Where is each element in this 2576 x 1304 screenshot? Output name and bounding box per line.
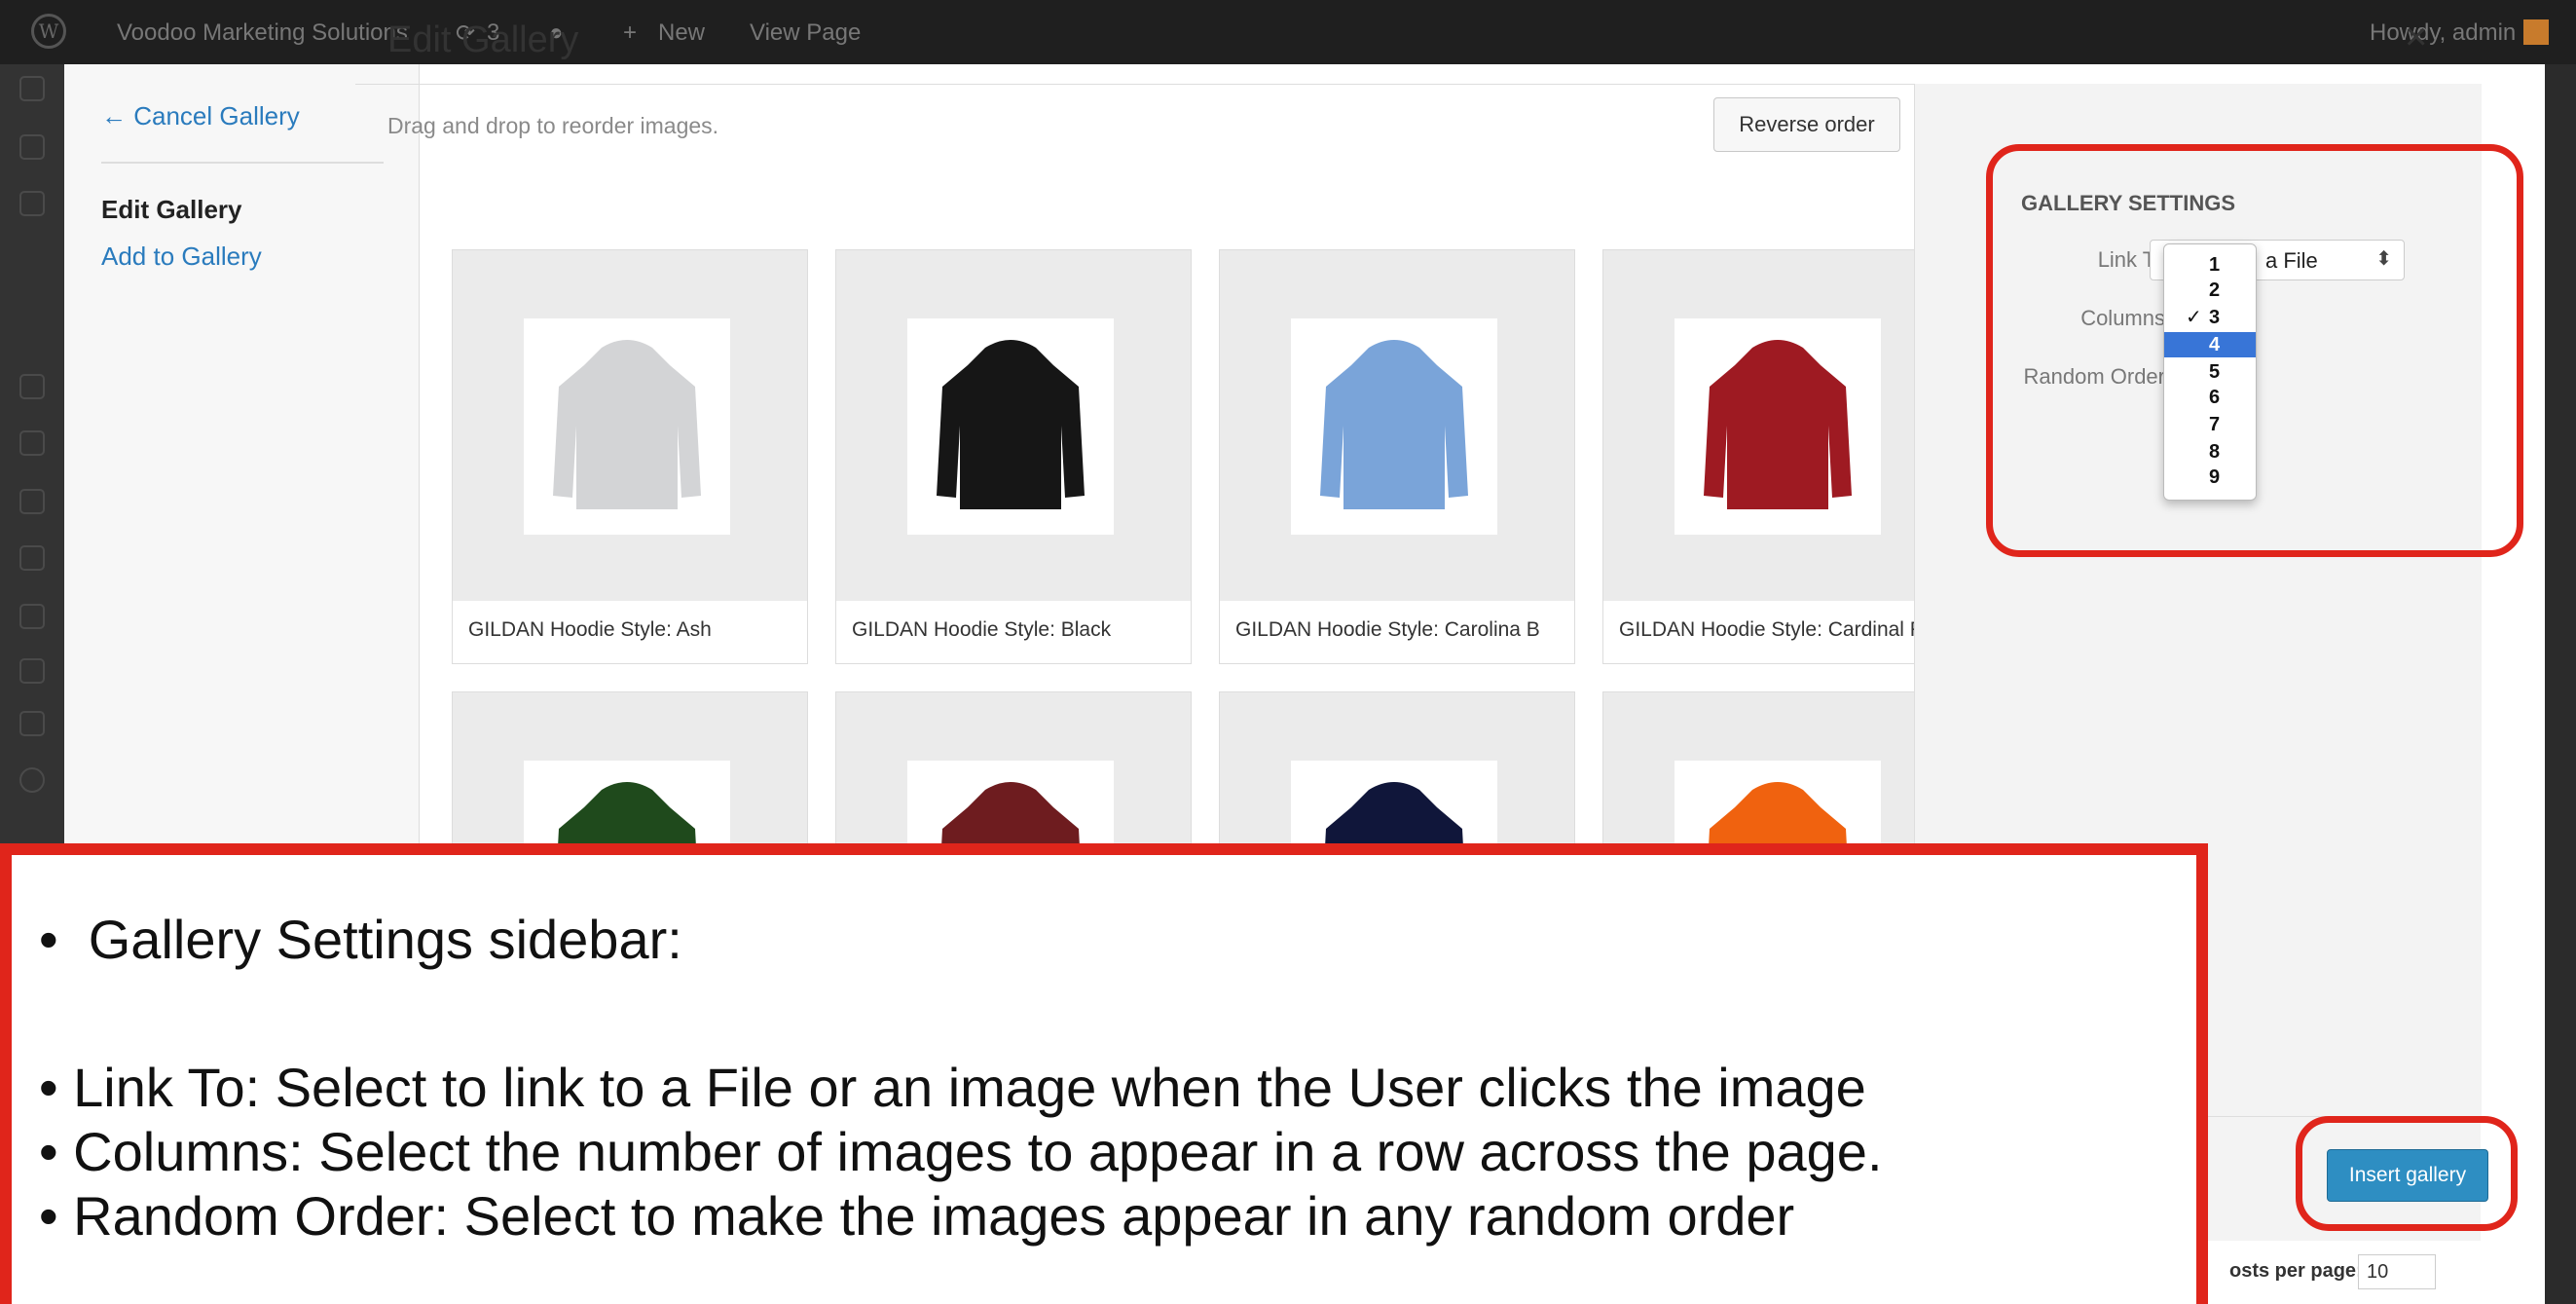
annotation-line: • Columns: Select the number of images t…: [39, 1121, 1883, 1182]
new-link[interactable]: New: [658, 19, 705, 47]
reorder-hint: Drag and drop to reorder images.: [387, 113, 719, 138]
settings-icon: [19, 711, 45, 736]
comments-menu-icon: [19, 374, 45, 399]
settings-highlight-outline: [1986, 144, 2523, 557]
posts-per-page-input[interactable]: 10: [2358, 1254, 2436, 1289]
hoodie-image: [524, 318, 730, 535]
hoodie-image: [907, 318, 1114, 535]
cancel-gallery-link[interactable]: ← Cancel Gallery: [101, 101, 300, 131]
plugins-icon: [19, 545, 45, 571]
view-page-link[interactable]: View Page: [750, 19, 861, 47]
users-icon: [19, 604, 45, 629]
gallery-item[interactable]: [835, 691, 1192, 977]
gallery-item-caption: GILDAN Hoodie Style: Black: [852, 618, 1112, 641]
annotation-line: • Random Order: Select to make the image…: [39, 1185, 1795, 1247]
pin-icon: [19, 134, 45, 160]
posts-per-page-label: osts per page:: [2229, 1260, 2363, 1282]
thumbnail-frame: [1603, 250, 1958, 601]
gallery-item[interactable]: GILDAN Hoodie Style: Carolina B: [1219, 249, 1575, 664]
gallery-item-caption: GILDAN Hoodie Style: Cardinal F: [1619, 618, 1923, 641]
menu-separator: [101, 162, 384, 164]
thumbnail-frame: [1220, 250, 1574, 601]
plus-icon[interactable]: +: [623, 19, 637, 47]
appearance-icon: [19, 489, 45, 514]
annotation-box: • Gallery Settings sidebar: • Link To: S…: [0, 843, 2208, 1304]
dashboard-icon: [19, 76, 45, 101]
thumbnail-frame: [1220, 692, 1574, 977]
thumbnail-frame: [836, 692, 1191, 977]
thumbnail-frame: [836, 250, 1191, 601]
gallery-item[interactable]: [1219, 691, 1575, 977]
hoodie-image: [1674, 318, 1881, 535]
gallery-item[interactable]: GILDAN Hoodie Style: Ash: [452, 249, 808, 664]
annotation-line: • Link To: Select to link to a File or a…: [39, 1057, 1866, 1118]
bullet-icon: •: [39, 909, 58, 970]
close-icon[interactable]: ×: [2405, 16, 2427, 59]
avatar[interactable]: [2523, 19, 2549, 45]
gallery-item-caption: GILDAN Hoodie Style: Carolina B: [1235, 618, 1540, 641]
gallery-item[interactable]: GILDAN Hoodie Style: Cardinal F: [1602, 249, 1959, 664]
site-name-link[interactable]: Voodoo Marketing Solutions: [117, 19, 408, 47]
menu-item-edit-gallery[interactable]: Edit Gallery: [101, 195, 242, 225]
pin-menu-icon: [19, 430, 45, 456]
collapse-icon: [19, 767, 45, 793]
thumbnail-frame: [1603, 692, 1958, 977]
thumbnail-frame: [453, 692, 807, 977]
gallery-item-caption: GILDAN Hoodie Style: Ash: [468, 618, 712, 641]
reverse-order-button[interactable]: Reverse order: [1713, 97, 1900, 152]
modal-title: Edit Gallery: [387, 19, 579, 60]
gallery-item[interactable]: [452, 691, 808, 977]
media-icon: [19, 191, 45, 216]
gallery-item[interactable]: GILDAN Hoodie Style: Black: [835, 249, 1192, 664]
menu-item-add-to-gallery[interactable]: Add to Gallery: [101, 242, 262, 272]
thumbnail-frame: [453, 250, 807, 601]
tools-icon: [19, 658, 45, 684]
admin-bar: W Voodoo Marketing Solutions ⟳ 3 ● + New…: [0, 0, 2576, 64]
hoodie-image: [1291, 318, 1497, 535]
howdy-greeting[interactable]: Howdy, admin: [2370, 19, 2516, 47]
gallery-item[interactable]: [1602, 691, 1959, 977]
annotation-heading: • Gallery Settings sidebar:: [39, 908, 682, 971]
annotation-heading-text: Gallery Settings sidebar:: [88, 909, 682, 970]
insert-highlight-outline: [2296, 1116, 2518, 1231]
wordpress-logo-icon[interactable]: W: [31, 14, 66, 49]
